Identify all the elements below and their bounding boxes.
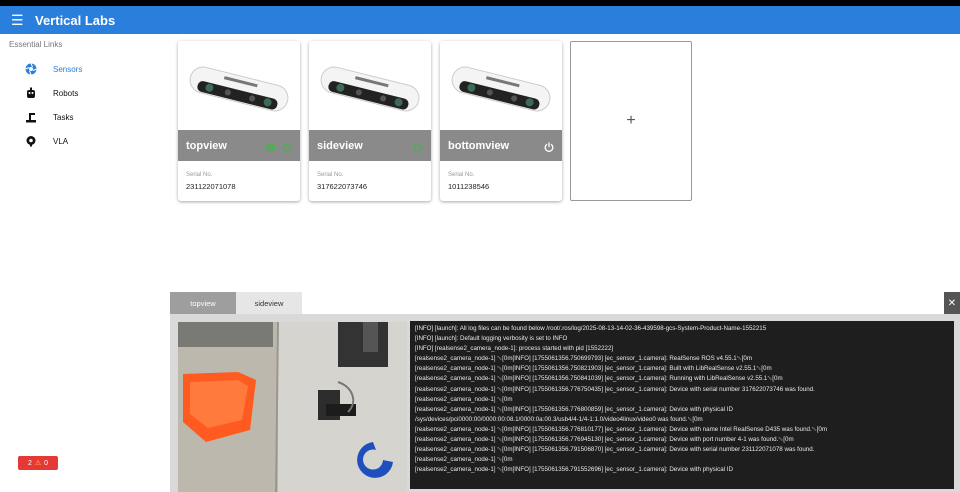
camera-name: topview	[186, 139, 227, 152]
aperture-icon	[25, 63, 37, 75]
camera-title-bar: topview	[178, 130, 300, 161]
sidebar-item-sensors[interactable]: Sensors	[0, 58, 170, 80]
power-icon[interactable]	[282, 139, 292, 157]
eye-icon[interactable]	[265, 139, 276, 157]
camera-title-bar: bottomview	[440, 130, 562, 161]
serial-label: Serial No.	[317, 172, 344, 178]
camera-card[interactable]: sideview Serial No. 317622073746	[309, 41, 431, 201]
sidebar-item-robots[interactable]: Robots	[0, 82, 170, 104]
status-badge[interactable]: 2 ⚠ 0	[18, 456, 58, 470]
power-icon[interactable]	[544, 139, 554, 157]
add-camera-button[interactable]: +	[570, 41, 692, 201]
tab-sideview[interactable]: sideview	[236, 292, 302, 314]
camera-card[interactable]: bottomview Serial No. 1011238546	[440, 41, 562, 201]
warning-count: 0	[44, 459, 49, 467]
menu-icon[interactable]: ☰	[11, 13, 27, 27]
serial-label: Serial No.	[448, 172, 475, 178]
sidebar-item-vla[interactable]: VLA	[0, 130, 170, 152]
app-title: Vertical Labs	[35, 12, 116, 28]
close-icon: ✕	[947, 297, 957, 309]
sidebar-item-label: Robots	[53, 88, 79, 98]
camera-image	[309, 41, 431, 137]
sidebar-item-label: Tasks	[53, 112, 74, 122]
sidebar-heading: Essential Links	[9, 40, 63, 49]
sidebar-item-label: Sensors	[53, 64, 83, 74]
camera-name: sideview	[317, 139, 363, 152]
warning-icon: ⚠	[34, 460, 42, 467]
stream-tabs: topview sideview	[170, 292, 960, 314]
stream-panel: [INFO] [launch]: All log files can be fo…	[170, 314, 960, 492]
power-icon[interactable]	[413, 139, 423, 157]
log-console: [INFO] [launch]: All log files can be fo…	[410, 321, 954, 489]
tab-topview[interactable]: topview	[170, 292, 236, 314]
close-panel-button[interactable]: ✕	[944, 292, 960, 314]
main-content: topview Serial No. 231122071078 sideview…	[170, 34, 960, 492]
serial-number: 1011238546	[448, 182, 490, 191]
serial-number: 317622073746	[317, 182, 368, 191]
brain-icon	[25, 135, 37, 147]
serial-number: 231122071078	[186, 182, 236, 191]
robot-icon	[25, 87, 37, 99]
camera-card[interactable]: topview Serial No. 231122071078	[178, 41, 300, 201]
camera-video-feed[interactable]	[178, 322, 407, 492]
app-header: ☰ Vertical Labs	[0, 6, 960, 34]
serial-label: Serial No.	[186, 172, 213, 178]
error-count: 2	[27, 459, 32, 467]
camera-title-bar: sideview	[309, 130, 431, 161]
sidebar-item-label: VLA	[53, 136, 69, 146]
camera-image	[440, 41, 562, 137]
sidebar-item-tasks[interactable]: Tasks	[0, 106, 170, 128]
sidebar: Essential Links Sensors Robots Tasks VLA…	[0, 34, 170, 492]
add-icon: +	[626, 112, 636, 129]
camera-image	[178, 41, 300, 137]
camera-name: bottomview	[448, 139, 510, 152]
robot-arm-icon	[25, 111, 37, 123]
